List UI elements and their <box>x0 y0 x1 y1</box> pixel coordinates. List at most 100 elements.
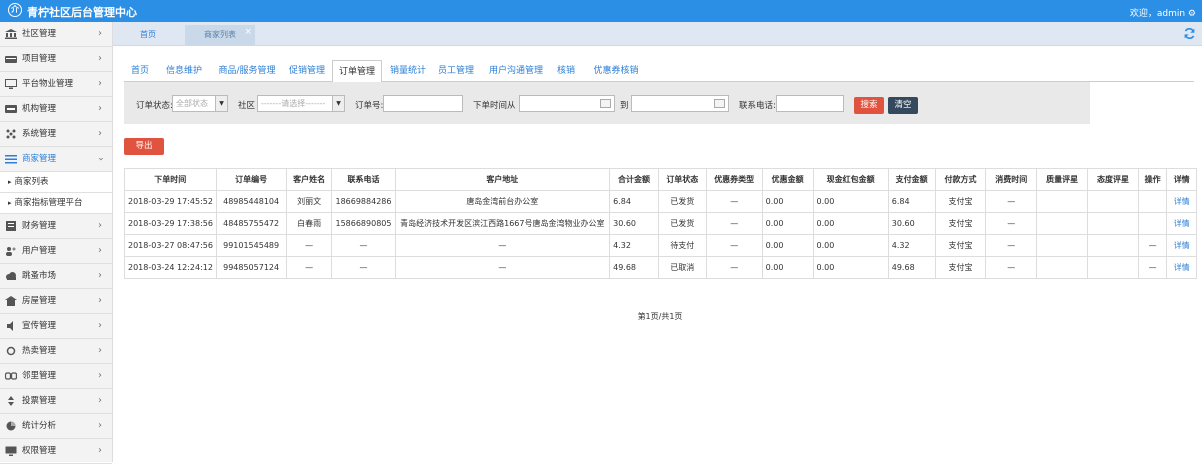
app-logo-icon: 介 <box>8 3 22 17</box>
subnav-tab[interactable]: 促销管理 <box>284 60 330 82</box>
refresh-icon[interactable] <box>1183 27 1196 40</box>
sidebar-item-label: 房屋管理 <box>22 296 57 306</box>
detail-link[interactable]: 详情 <box>1166 234 1197 257</box>
table-row: 2018-03-24 12:24:12 99485057124— — —49.68 已取… <box>124 256 1197 279</box>
sidebar-subitem[interactable]: ▸ 商家指标管理平台 <box>0 193 112 214</box>
sidebar-item[interactable]: 社区管理 › <box>0 22 112 47</box>
subnav-tab[interactable]: 销量统计 <box>386 60 430 82</box>
subnav-tab[interactable]: 信息维护 <box>160 60 208 82</box>
subnav-tab[interactable]: 商品/服务管理 <box>212 60 282 82</box>
sidebar-subitem[interactable]: ▸ 商家列表 <box>0 172 112 193</box>
sidebar-subitem-label: 商家指标管理平台 <box>14 198 83 208</box>
sidebar-item[interactable]: 投票管理 › <box>0 389 112 414</box>
column-header: 付款方式 <box>934 168 987 191</box>
table-row: 2018-03-29 17:45:52 48985448104 刘丽文 1866988… <box>124 190 1197 213</box>
table-cell: 0.00 <box>812 190 889 213</box>
table-cell: — <box>985 190 1038 213</box>
time-from-input[interactable] <box>519 95 615 112</box>
sidebar-item-label: 权限管理 <box>22 446 57 456</box>
column-header: 详情 <box>1166 168 1197 191</box>
sidebar-item[interactable]: 系统管理 › <box>0 122 112 147</box>
column-header: 下单时间 <box>124 168 217 191</box>
chevron-right-icon: › <box>98 270 102 281</box>
clear-button[interactable]: 清空 <box>888 97 918 114</box>
badge-icon <box>5 105 17 113</box>
table-cell: 青岛经济技术开发区滨江西路1667号唐岛金湾物业办公室 <box>394 212 611 235</box>
table-cell: 6.84 <box>887 190 936 213</box>
app-title: 青柠社区后台管理中心 <box>27 6 137 19</box>
order-no-input[interactable] <box>383 95 463 112</box>
table-cell: 2018-03-24 12:24:12 <box>124 256 217 279</box>
triangle-right-icon: ▸ <box>8 199 12 207</box>
chevron-right-icon: › <box>98 220 102 231</box>
detail-link[interactable]: 详情 <box>1166 256 1197 279</box>
users-icon <box>6 247 16 256</box>
page-tab-bar: 首页 商家列表 × <box>113 22 1202 46</box>
export-button[interactable]: 导出 <box>124 138 164 155</box>
order-status-label: 订单状态: <box>136 101 173 111</box>
order-status-select[interactable]: 全部状态 ▼ <box>172 95 228 112</box>
close-icon[interactable]: × <box>244 22 252 42</box>
chevron-right-icon: › <box>95 157 106 161</box>
column-header: 支付金额 <box>887 168 936 191</box>
sidebar-item[interactable]: 财务管理 › <box>0 214 112 239</box>
table-cell: 18669884286 <box>331 190 396 213</box>
tab-home[interactable]: 首页 <box>113 25 183 46</box>
sidebar-item-label: 宣传管理 <box>22 321 57 331</box>
cloud-icon <box>6 272 16 280</box>
sidebar-item-label: 统计分析 <box>22 421 57 431</box>
link-icon <box>5 372 17 380</box>
sidebar-item[interactable]: 项目管理 › <box>0 47 112 72</box>
subnav-tab[interactable]: 首页 <box>124 60 156 82</box>
welcome-user-menu[interactable]: 欢迎，admin ⚙ <box>1130 6 1196 19</box>
subnav-tab[interactable]: 优惠券核销 <box>586 60 646 82</box>
table-cell: 0.00 <box>761 234 814 257</box>
phone-label: 联系电话: <box>739 101 776 111</box>
table-cell: 0.00 <box>812 256 889 279</box>
column-header: 订单状态 <box>657 168 707 191</box>
sidebar-item[interactable]: 权限管理 › <box>0 439 112 464</box>
sun-icon <box>6 346 16 356</box>
community-select[interactable]: -------请选择------- ▼ <box>257 95 345 112</box>
order-status-value: 全部状态 <box>176 99 208 108</box>
sidebar-item[interactable]: 跳蚤市场 › <box>0 264 112 289</box>
subnav-tab[interactable]: 员工管理 <box>434 60 478 82</box>
detail-link[interactable]: 详情 <box>1166 190 1197 213</box>
merchant-subnav: 首页 信息维护 商品/服务管理 促销管理 订单管理 销量统计 员工管理 用户沟通管理 核销 优惠券… <box>124 60 1194 83</box>
orders-table: 下单时间 订单编号 客户姓名 联系电话 客户地址 合计金额 订单状态 优惠券类型 优惠金额 现金红… <box>124 168 1197 279</box>
table-cell: 6.84 <box>609 190 659 213</box>
table-cell: 0.00 <box>812 234 889 257</box>
sidebar-item[interactable]: 平台物业管理 › <box>0 72 112 97</box>
sidebar-item[interactable]: 机构管理 › <box>0 97 112 122</box>
tab-merchant-list[interactable]: 商家列表 × <box>185 25 255 46</box>
subnav-tab[interactable]: 订单管理 <box>332 60 382 83</box>
phone-input[interactable] <box>776 95 844 112</box>
house-icon <box>5 296 17 306</box>
chevron-right-icon: › <box>98 128 102 139</box>
table-cell: 48985448104 <box>215 190 287 213</box>
time-to-input[interactable] <box>631 95 729 112</box>
pagination-info: 第1页/共1页 <box>637 312 683 321</box>
calendar-icon[interactable] <box>600 99 611 108</box>
subnav-tab[interactable]: 用户沟通管理 <box>484 60 548 82</box>
table-cell: — <box>705 234 763 257</box>
detail-link[interactable]: 详情 <box>1166 212 1197 235</box>
sidebar-item-label: 投票管理 <box>22 396 57 406</box>
sidebar-item[interactable]: 邻里管理 › <box>0 364 112 389</box>
table-cell: 2018-03-29 17:38:56 <box>124 212 217 235</box>
search-button[interactable]: 搜索 <box>854 97 884 114</box>
table-cell: 支付宝 <box>934 190 987 213</box>
column-header: 合计金额 <box>609 168 659 191</box>
sidebar-item[interactable]: 商家管理 › <box>0 147 112 172</box>
sidebar-item[interactable]: 统计分析 › <box>0 414 112 439</box>
table-row: 2018-03-29 17:38:56 48485755472 白春雨 1586689… <box>124 212 1197 235</box>
table-cell: — <box>705 190 763 213</box>
table-cell <box>1036 256 1089 279</box>
subnav-tab[interactable]: 核销 <box>552 60 580 82</box>
table-cell <box>1087 234 1139 257</box>
sidebar-item-label: 商家管理 <box>22 154 57 164</box>
sidebar-item[interactable]: 用户管理 › <box>0 239 112 264</box>
speaker-icon <box>7 321 13 331</box>
calendar-icon[interactable] <box>714 99 725 108</box>
sidebar-item[interactable]: 热卖管理 › <box>0 339 112 364</box>
